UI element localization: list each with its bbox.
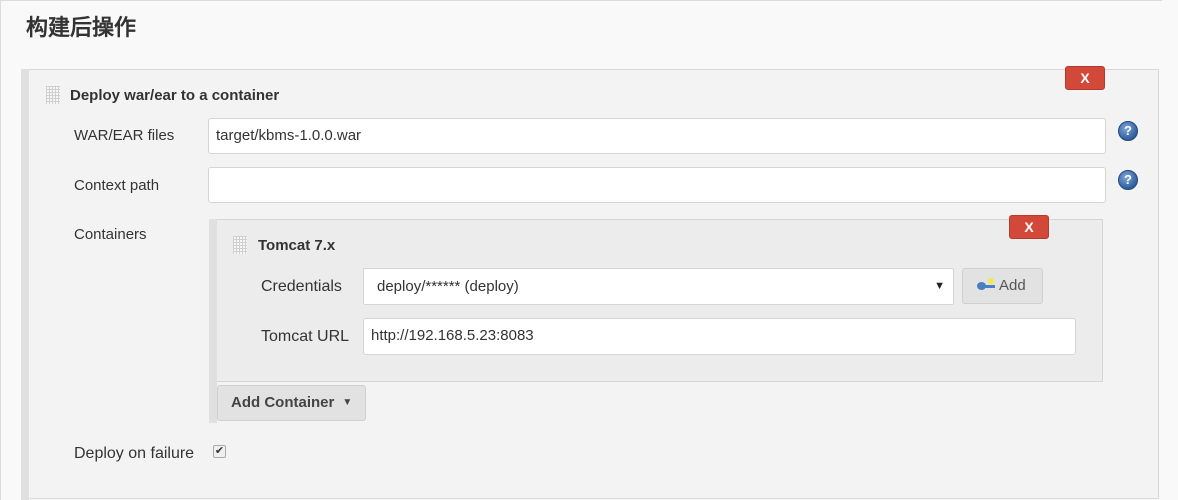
context-path-input[interactable] bbox=[208, 167, 1106, 203]
containers-label: Containers bbox=[74, 226, 147, 243]
context-path-label: Context path bbox=[74, 177, 160, 194]
add-container-label: Add Container bbox=[231, 394, 335, 411]
deploy-step-title: Deploy war/ear to a container bbox=[70, 87, 280, 104]
credentials-select[interactable]: deploy/****** (deploy) ▼ bbox=[363, 268, 954, 305]
add-credentials-label: Add bbox=[999, 277, 1026, 294]
credentials-selected-value: deploy/****** (deploy) bbox=[377, 278, 519, 295]
war-files-label: WAR/EAR files bbox=[74, 127, 175, 144]
section-title: 构建后操作 bbox=[26, 16, 137, 41]
tomcat-url-input[interactable]: http://192.168.5.23:8083 bbox=[363, 318, 1076, 355]
container-drag-bar[interactable] bbox=[209, 219, 217, 423]
drag-handle-icon[interactable] bbox=[46, 86, 60, 104]
help-icon[interactable]: ? bbox=[1118, 121, 1138, 141]
container-title: Tomcat 7.x bbox=[258, 237, 336, 254]
delete-step-button[interactable]: X bbox=[1065, 66, 1105, 90]
help-icon[interactable]: ? bbox=[1118, 170, 1138, 190]
caret-down-icon: ▼ bbox=[342, 397, 353, 408]
war-files-input[interactable]: target/kbms-1.0.0.war bbox=[208, 118, 1106, 154]
tomcat-url-label: Tomcat URL bbox=[261, 328, 350, 345]
delete-container-button[interactable]: X bbox=[1009, 215, 1049, 239]
key-icon bbox=[977, 278, 995, 291]
add-credentials-button[interactable]: Add bbox=[962, 268, 1043, 304]
credentials-label: Credentials bbox=[261, 278, 342, 295]
step-drag-bar[interactable] bbox=[21, 69, 29, 500]
add-container-button[interactable]: Add Container ▼ bbox=[217, 385, 366, 421]
drag-handle-icon[interactable] bbox=[233, 236, 247, 254]
deploy-on-failure-label: Deploy on failure bbox=[74, 445, 195, 462]
dropdown-arrow-icon: ▼ bbox=[934, 280, 945, 292]
deploy-on-failure-checkbox[interactable]: ✔ bbox=[213, 445, 226, 458]
